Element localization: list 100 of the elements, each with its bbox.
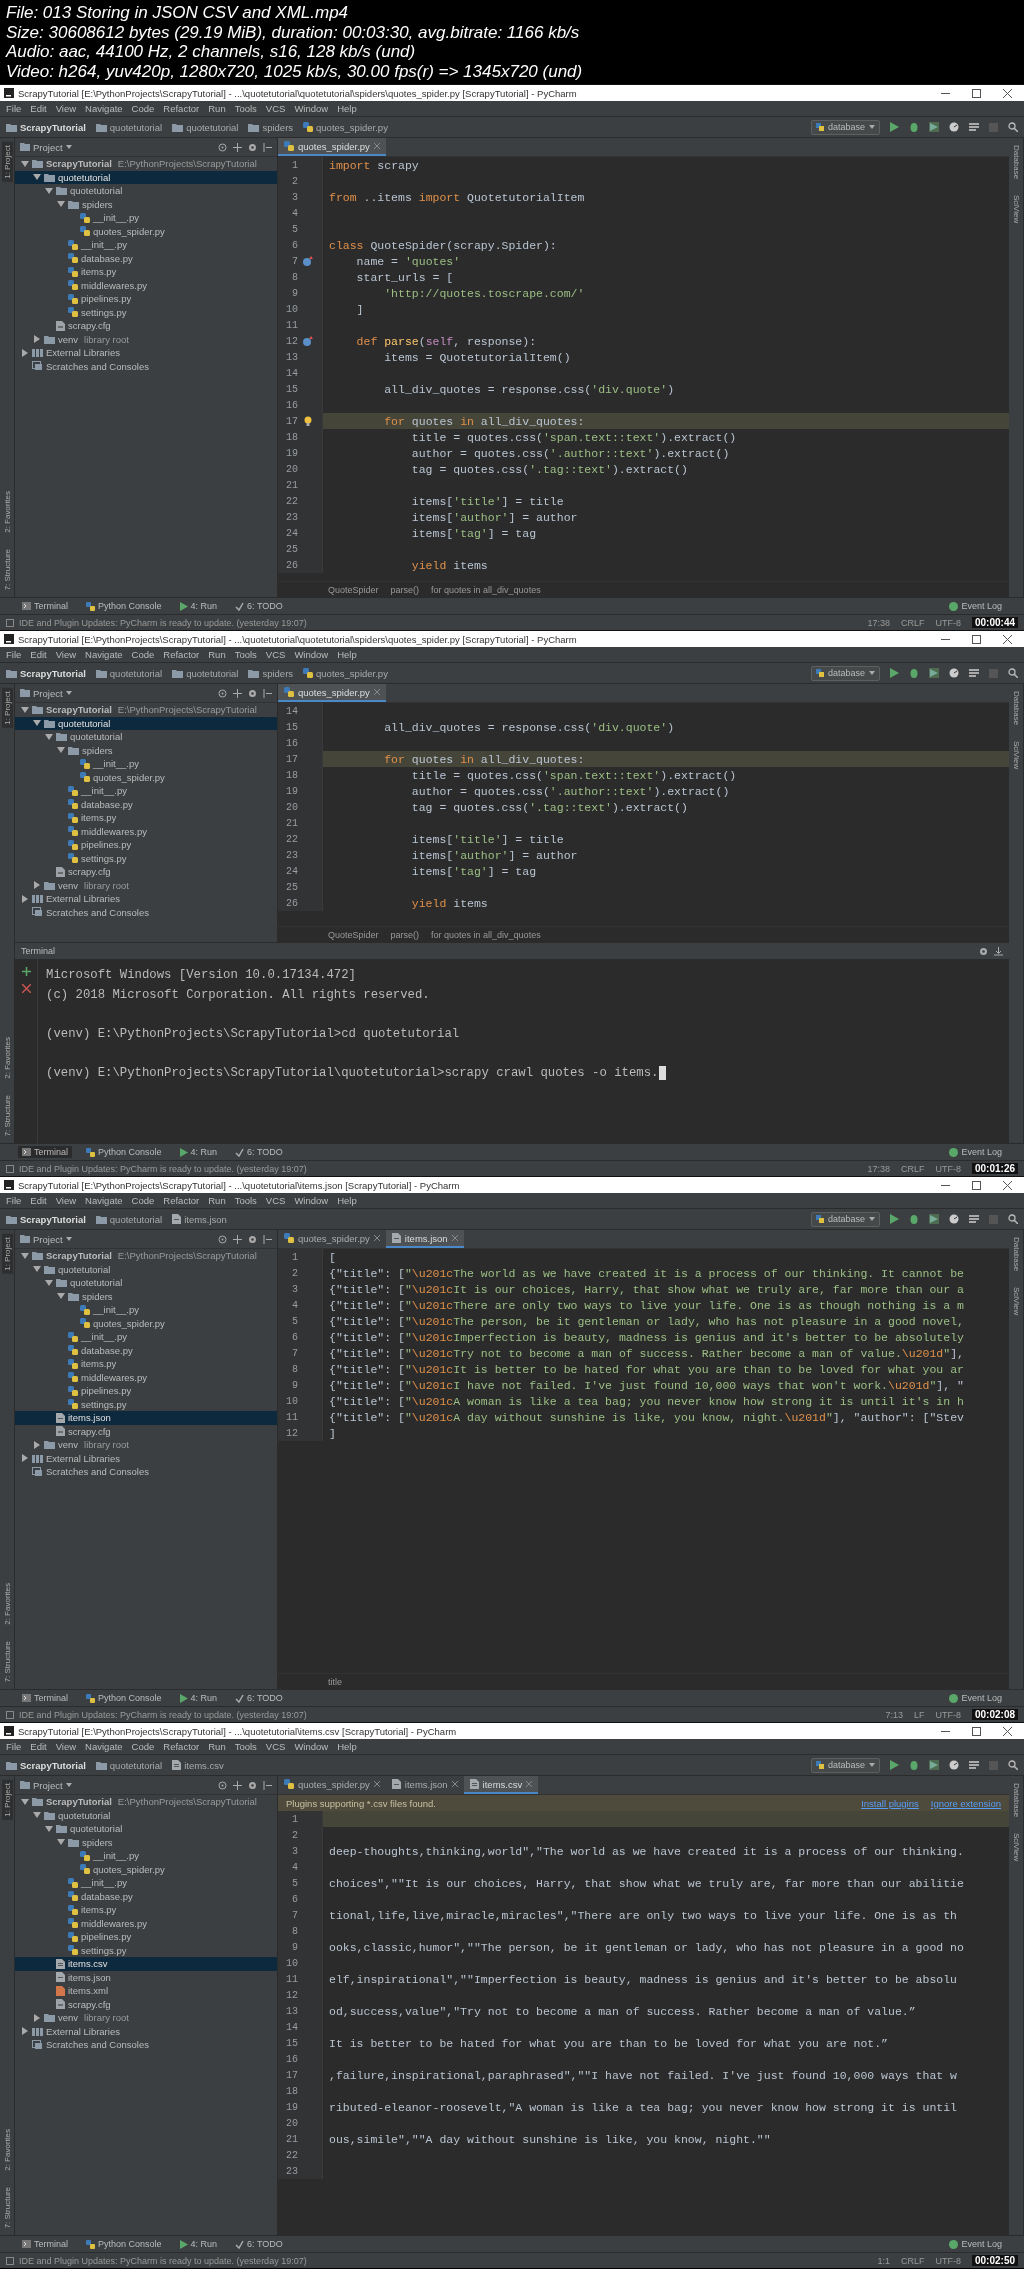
close-icon[interactable]: [373, 1781, 380, 1787]
project-view-dropdown[interactable]: Project: [20, 687, 72, 699]
status-item[interactable]: UTF-8: [935, 1709, 961, 1720]
editor-tab[interactable]: quotes_spider.py: [278, 1230, 386, 1248]
status-item[interactable]: UTF-8: [935, 617, 961, 628]
project-view-dropdown[interactable]: Project: [20, 1233, 72, 1245]
tool-window-tab[interactable]: 7: Structure: [1, 545, 13, 593]
tree-item[interactable]: items.py: [15, 811, 277, 825]
close-icon[interactable]: [373, 1235, 380, 1241]
tree-item[interactable]: middlewares.py: [15, 824, 277, 838]
editor-tab[interactable]: quotes_spider.py: [278, 1776, 386, 1794]
maximize-icon[interactable]: [972, 1726, 981, 1736]
search-icon[interactable]: [1008, 668, 1018, 678]
tree-item[interactable]: middlewares.py: [15, 1916, 277, 1930]
menu-item[interactable]: Refactor: [163, 1195, 200, 1206]
tree-item[interactable]: pipelines.py: [15, 838, 277, 852]
tree-item[interactable]: Scratches and Consoles: [15, 359, 277, 373]
code-breadcrumb[interactable]: for quotes in all_div_quotes: [431, 929, 541, 940]
tree-item[interactable]: __init__.py: [15, 1876, 277, 1890]
tool-window-tab[interactable]: 2: Favorites: [1, 2125, 13, 2174]
editor-tab[interactable]: quotes_spider.py: [278, 684, 386, 702]
breadcrumb[interactable]: spiders: [248, 121, 294, 133]
tree-item[interactable]: External Libraries: [15, 346, 277, 360]
build-icon[interactable]: [969, 122, 979, 132]
tool-window-tab[interactable]: 7: Structure: [1, 2183, 13, 2231]
menu-item[interactable]: VCS: [265, 649, 286, 660]
tree-item[interactable]: __init__.py: [15, 757, 277, 771]
code-breadcrumb[interactable]: parse(): [390, 929, 420, 940]
breadcrumb[interactable]: quotes_spider.py: [303, 121, 388, 133]
tree-item[interactable]: middlewares.py: [15, 1370, 277, 1384]
tree-item[interactable]: __init__.py: [15, 211, 277, 225]
tree-item[interactable]: ScrapyTutorial E:\PythonProjects\ScrapyTutorial: [15, 703, 277, 717]
tree-item[interactable]: settings.py: [15, 851, 277, 865]
status-item[interactable]: CRLF: [900, 2255, 925, 2266]
breadcrumb[interactable]: items.csv: [172, 1759, 224, 1771]
plus-icon[interactable]: [21, 967, 31, 976]
editor-tab[interactable]: items.csv: [463, 1776, 539, 1794]
menu-item[interactable]: Edit: [30, 1741, 47, 1752]
status-item[interactable]: CRLF: [900, 1163, 925, 1174]
code-breadcrumb[interactable]: for quotes in all_div_quotes: [431, 584, 541, 595]
tree-item[interactable]: quotetutorial: [15, 1822, 277, 1836]
tree-item[interactable]: quotes_spider.py: [15, 770, 277, 784]
status-item[interactable]: LF: [913, 1709, 925, 1720]
tool-window-tab[interactable]: Terminal: [18, 1146, 72, 1158]
tool-window-tab[interactable]: 7: Structure: [1, 1637, 13, 1685]
hide-icon[interactable]: [994, 946, 1003, 956]
tree-item[interactable]: ScrapyTutorial E:\PythonProjects\ScrapyTutorial: [15, 1795, 277, 1809]
tool-window-tab[interactable]: 6: TODO: [231, 600, 287, 612]
menu-item[interactable]: Code: [131, 1195, 155, 1206]
menu-item[interactable]: View: [55, 1741, 77, 1752]
notification-link[interactable]: Ignore extension: [930, 1797, 1001, 1809]
menu-item[interactable]: File: [6, 103, 22, 114]
tool-window-tab[interactable]: 6: TODO: [231, 1692, 287, 1704]
tool-window-tab[interactable]: Database: [1010, 142, 1022, 183]
editor-tab[interactable]: items.json: [385, 1230, 464, 1248]
tree-item[interactable]: quotes_spider.py: [15, 1316, 277, 1330]
tool-window-tab[interactable]: 2: Favorites: [1, 1033, 13, 1082]
breadcrumb[interactable]: quotetutorial: [95, 1759, 163, 1771]
tree-item[interactable]: External Libraries: [15, 892, 277, 906]
tree-item[interactable]: External Libraries: [15, 1451, 277, 1465]
run-icon[interactable]: [890, 668, 899, 678]
tree-item[interactable]: External Libraries: [15, 2024, 277, 2038]
tree-item[interactable]: __init__.py: [15, 238, 277, 252]
breadcrumb[interactable]: quotetutorial: [95, 121, 163, 133]
menu-item[interactable]: Run: [208, 1195, 226, 1206]
build-icon[interactable]: [969, 668, 979, 678]
tool-window-tab[interactable]: Database: [1010, 688, 1022, 729]
tree-item[interactable]: __init__.py: [15, 784, 277, 798]
close-icon[interactable]: [1003, 1180, 1012, 1190]
tree-item[interactable]: pipelines.py: [15, 292, 277, 306]
tree-item[interactable]: pipelines.py: [15, 1384, 277, 1398]
tree-item[interactable]: items.py: [15, 265, 277, 279]
tool-window-tab[interactable]: Python Console: [82, 600, 166, 612]
menu-item[interactable]: Code: [131, 1741, 155, 1752]
menu-item[interactable]: Navigate: [85, 1195, 123, 1206]
tree-item[interactable]: items.json: [15, 1970, 277, 1984]
tree-item[interactable]: scrapy.cfg: [15, 865, 277, 879]
menu-item[interactable]: VCS: [265, 1741, 286, 1752]
event-log-button[interactable]: Event Log: [945, 1692, 1006, 1704]
menu-item[interactable]: VCS: [265, 103, 286, 114]
tree-item[interactable]: middlewares.py: [15, 278, 277, 292]
menu-item[interactable]: Help: [337, 103, 357, 114]
collapse-icon[interactable]: [263, 688, 272, 698]
tree-item[interactable]: Scratches and Consoles: [15, 905, 277, 919]
menu-item[interactable]: Window: [294, 1741, 329, 1752]
close-icon[interactable]: [1003, 634, 1012, 644]
menu-item[interactable]: Help: [337, 1741, 357, 1752]
maximize-icon[interactable]: [972, 1180, 981, 1190]
tree-item[interactable]: settings.py: [15, 305, 277, 319]
tool-window-tab[interactable]: Terminal: [18, 600, 72, 612]
menu-item[interactable]: Run: [208, 1741, 226, 1752]
menu-item[interactable]: View: [55, 1195, 77, 1206]
breadcrumb[interactable]: ScrapyTutorial: [6, 667, 86, 679]
tool-window-tab[interactable]: 6: TODO: [231, 2238, 287, 2250]
breadcrumb[interactable]: spiders: [248, 667, 294, 679]
breadcrumb[interactable]: items.json: [172, 1213, 227, 1225]
event-log-button[interactable]: Event Log: [945, 600, 1006, 612]
menu-item[interactable]: Help: [337, 649, 357, 660]
menu-item[interactable]: Navigate: [85, 1741, 123, 1752]
code-breadcrumb[interactable]: title: [328, 1676, 342, 1687]
